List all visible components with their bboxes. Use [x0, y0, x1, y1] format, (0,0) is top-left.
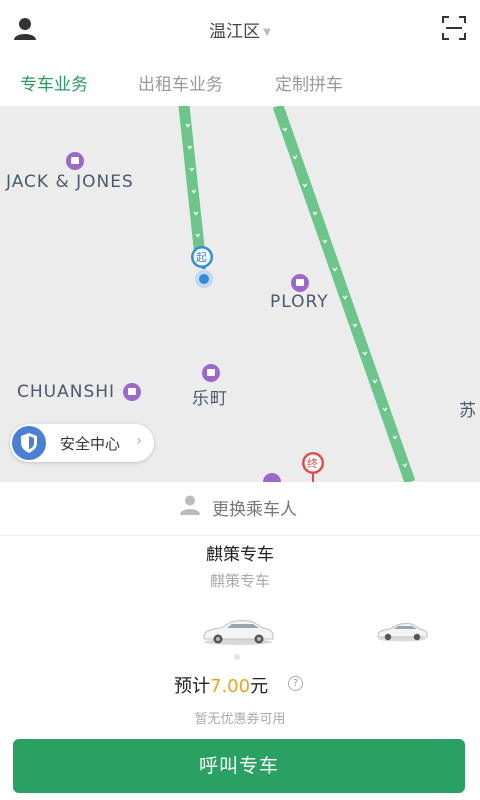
- change-passenger-row[interactable]: 更换乘车人: [0, 482, 480, 536]
- shopping-bag-icon: [123, 383, 141, 401]
- safety-center-label: 安全中心: [60, 435, 121, 453]
- estimated-price: 预计7.00元: [174, 672, 268, 698]
- price-unit: 元: [250, 676, 269, 697]
- price-help-icon[interactable]: ?: [288, 676, 303, 691]
- price-prefix: 预计: [174, 676, 210, 697]
- scan-icon[interactable]: [442, 16, 466, 40]
- shield-icon: [12, 426, 46, 460]
- route-line-start: [178, 106, 206, 262]
- tab-carpool[interactable]: 定制拼车: [275, 70, 343, 95]
- order-panel: 更换乘车人 麒策专车 麒策专车 预计7.00元 ? 暂无优惠券可用 呼叫专车: [0, 482, 480, 800]
- shopping-bag-icon: [291, 274, 309, 292]
- poi-plory[interactable]: PLORY: [270, 292, 329, 312]
- car-type-subtitle: 麒策专车: [209, 572, 270, 590]
- end-marker-label: 终: [307, 457, 318, 470]
- coupon-status[interactable]: 暂无优惠券可用: [0, 708, 480, 727]
- shopping-bag-icon: [66, 152, 84, 170]
- poi-leding[interactable]: 乐町: [192, 384, 228, 409]
- carousel-dot: [234, 654, 240, 660]
- call-car-button[interactable]: 呼叫专车: [13, 739, 465, 793]
- chevron-right-icon: ›: [136, 433, 142, 449]
- passenger-icon: [180, 495, 200, 515]
- price-amount: 7.00: [210, 676, 251, 697]
- shopping-bag-icon: [202, 364, 220, 382]
- tab-private-car[interactable]: 专车业务: [20, 70, 88, 95]
- map-view[interactable]: 起 终 JACK & JONES PLORY CHUANSHI 乐町 苏 安全中…: [0, 106, 480, 482]
- change-passenger-label: 更换乘车人: [212, 500, 297, 520]
- poi-jack-jones[interactable]: JACK & JONES: [6, 172, 134, 192]
- city-selector[interactable]: 温江区 ▼: [0, 17, 480, 42]
- city-name: 温江区: [209, 22, 261, 42]
- car-icon[interactable]: [376, 620, 428, 642]
- top-bar: 温江区 ▼: [0, 0, 480, 58]
- service-tabs: 专车业务 出租车业务 定制拼车: [0, 58, 480, 106]
- tab-taxi[interactable]: 出租车业务: [138, 70, 223, 95]
- chevron-down-icon: ▼: [263, 26, 271, 38]
- safety-center-button[interactable]: 安全中心 ›: [10, 424, 154, 462]
- poi-icon-partial: [263, 473, 281, 482]
- car-type-title: 麒策专车: [206, 545, 274, 565]
- car-icon[interactable]: [201, 616, 275, 646]
- start-marker-label: 起: [196, 251, 207, 264]
- poi-chuanshi[interactable]: CHUANSHI: [17, 382, 115, 402]
- poi-su[interactable]: 苏: [459, 396, 477, 421]
